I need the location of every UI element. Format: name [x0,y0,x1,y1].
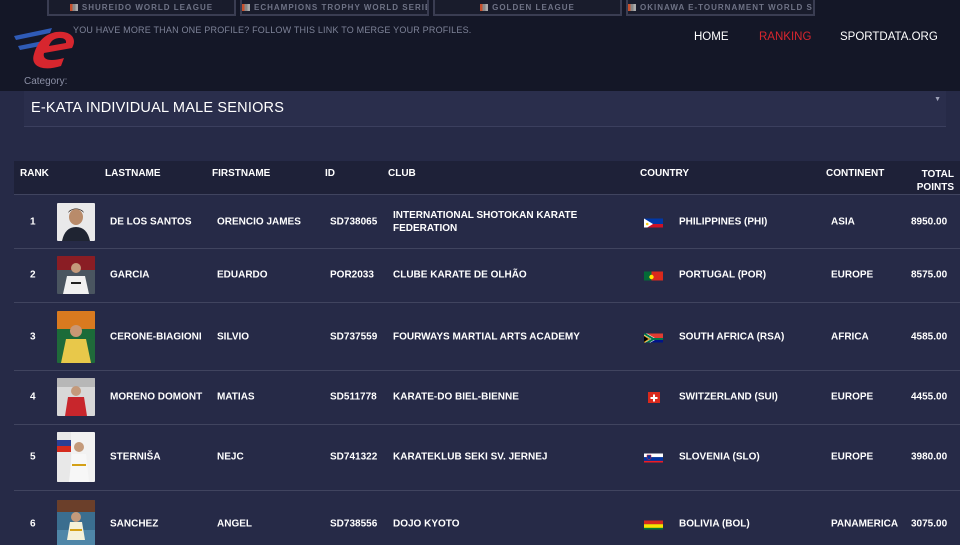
points-cell: 4455.00 [911,391,948,403]
continent-cell: PANAMERICA [831,518,899,530]
continent-cell: EUROPE [831,451,874,463]
league-tab-golden[interactable]: GOLDEN LEAGUE [433,0,622,16]
rank-cell: 1 [30,216,36,228]
id-cell: POR2033 [330,269,374,281]
chart-icon [242,4,250,11]
country-cell: PHILIPPINES (PHI) [679,216,768,228]
lastname-cell: MORENO DOMONT [110,391,203,403]
lastname-cell: SANCHEZ [110,518,159,530]
header-id: ID [325,168,335,179]
athlete-photo [57,203,95,241]
flag-portugal-icon [644,270,663,281]
club-cell: CLUBE KARATE DE OLHÃO [393,269,527,281]
chart-icon [480,4,489,11]
category-label: Category: [24,76,68,87]
chevron-down-icon: ▼ [934,96,941,103]
country-cell: PORTUGAL (POR) [679,269,767,281]
chart-icon [69,4,78,11]
merge-profiles-link[interactable]: YOU HAVE MORE THAN ONE PROFILE? FOLLOW T… [73,25,471,35]
firstname-cell: SILVIO [217,331,250,343]
id-cell: SD738065 [330,216,378,228]
points-cell: 4585.00 [911,331,948,343]
lastname-cell: DE LOS SANTOS [110,216,192,228]
header-rank: RANK [20,168,49,179]
flag-south-africa-icon [644,332,663,343]
league-tab-label: OKINAWA E-TOURNAMENT WORLD SERIES [640,3,813,12]
id-cell: SD741322 [330,451,378,463]
header-firstname: FIRSTNAME [212,168,271,179]
firstname-cell: ANGEL [217,518,252,530]
club-cell: DOJO KYOTO [393,518,460,530]
firstname-cell: NEJC [217,451,244,463]
athlete-photo [57,311,95,363]
header-continent: CONTINENT [826,168,885,179]
nav-home[interactable]: HOME [694,31,729,43]
id-cell: SD737559 [330,331,378,343]
rank-cell: 3 [30,331,36,343]
lastname-cell: GARCIA [110,269,150,281]
table-row[interactable]: 5 STERNIŠA NEJC SD741322 KARATEKLUB SEKI… [14,424,960,490]
continent-cell: EUROPE [831,391,874,403]
firstname-cell: EDUARDO [217,269,268,281]
continent-cell: ASIA [831,216,855,228]
rank-cell: 4 [30,391,36,403]
header-lastname: LASTNAME [105,168,161,179]
header-club: CLUB [388,168,416,179]
club-cell: KARATEKLUB SEKI SV. JERNEJ [393,451,548,463]
athlete-photo [57,432,95,482]
table-header: RANK LASTNAME FIRSTNAME ID CLUB COUNTRY … [14,161,960,194]
points-cell: 8575.00 [911,269,948,281]
athlete-photo [57,256,95,294]
continent-cell: AFRICA [831,331,869,343]
rank-cell: 2 [30,269,36,281]
table-row[interactable]: 6 SANCHEZ ANGEL SD738556 DOJO KYOTO BOLI… [14,490,960,545]
e-logo-icon[interactable] [12,20,78,72]
nav-ranking[interactable]: RANKING [759,31,811,43]
athlete-photo [57,500,95,545]
chart-icon [628,4,636,11]
club-cell: INTERNATIONAL SHOTOKAN KARATE FEDERATION [393,210,578,234]
league-tab-label: GOLDEN LEAGUE [492,3,575,12]
header-country: COUNTRY [640,168,690,179]
lastname-cell: STERNIŠA [110,451,161,463]
table-row[interactable]: 1 DE LOS SANTOS ORENCIO JAMES SD738065 I… [14,194,960,248]
table-row[interactable]: 2 GARCIA EDUARDO POR2033 CLUBE KARATE DE… [14,248,960,302]
rank-cell: 5 [30,451,36,463]
athlete-photo [57,378,95,416]
firstname-cell: MATIAS [217,391,255,403]
club-cell: KARATE-DO BIEL-BIENNE [393,391,519,403]
table-row[interactable]: 4 MORENO DOMONT MATIAS SD511778 KARATE-D… [14,370,960,424]
rank-cell: 6 [30,518,36,530]
flag-slovenia-icon [644,452,663,463]
category-selected-value: E-KATA INDIVIDUAL MALE SENIORS [31,100,285,116]
league-tab-label: ECHAMPIONS TROPHY WORLD SERIES [254,3,429,12]
id-cell: SD511778 [330,391,377,403]
country-cell: SOUTH AFRICA (RSA) [679,331,785,343]
table-row[interactable]: 3 CERONE-BIAGIONI SILVIO SD737559 FOURWA… [14,302,960,370]
points-cell: 3980.00 [911,451,948,463]
flag-philippines-icon [644,217,663,228]
league-tab-okinawa[interactable]: OKINAWA E-TOURNAMENT WORLD SERIES [626,0,815,16]
country-cell: SLOVENIA (SLO) [679,451,760,463]
ranking-table: RANK LASTNAME FIRSTNAME ID CLUB COUNTRY … [14,161,960,545]
club-cell: FOURWAYS MARTIAL ARTS ACADEMY [393,331,580,343]
league-tab-echampions[interactable]: ECHAMPIONS TROPHY WORLD SERIES [240,0,429,16]
country-cell: SWITZERLAND (SUI) [679,391,778,403]
points-cell: 8950.00 [911,216,948,228]
nav-sportdata[interactable]: SPORTDATA.ORG [840,31,938,43]
top-bar: SHUREIDO WORLD LEAGUE ECHAMPIONS TROPHY … [0,0,960,91]
category-select[interactable]: E-KATA INDIVIDUAL MALE SENIORS ▼ [24,91,946,127]
firstname-cell: ORENCIO JAMES [217,216,301,228]
league-tab-shureido[interactable]: SHUREIDO WORLD LEAGUE [47,0,236,16]
country-cell: BOLIVIA (BOL) [679,518,750,530]
header-total-points: TOTAL POINTS [916,169,954,193]
points-cell: 3075.00 [911,518,948,530]
lastname-cell: CERONE-BIAGIONI [110,331,202,343]
id-cell: SD738556 [330,518,378,530]
league-tabs: SHUREIDO WORLD LEAGUE ECHAMPIONS TROPHY … [47,0,815,16]
flag-bolivia-icon [644,519,663,530]
continent-cell: EUROPE [831,269,874,281]
league-tab-label: SHUREIDO WORLD LEAGUE [81,3,214,12]
flag-switzerland-icon [648,391,660,403]
